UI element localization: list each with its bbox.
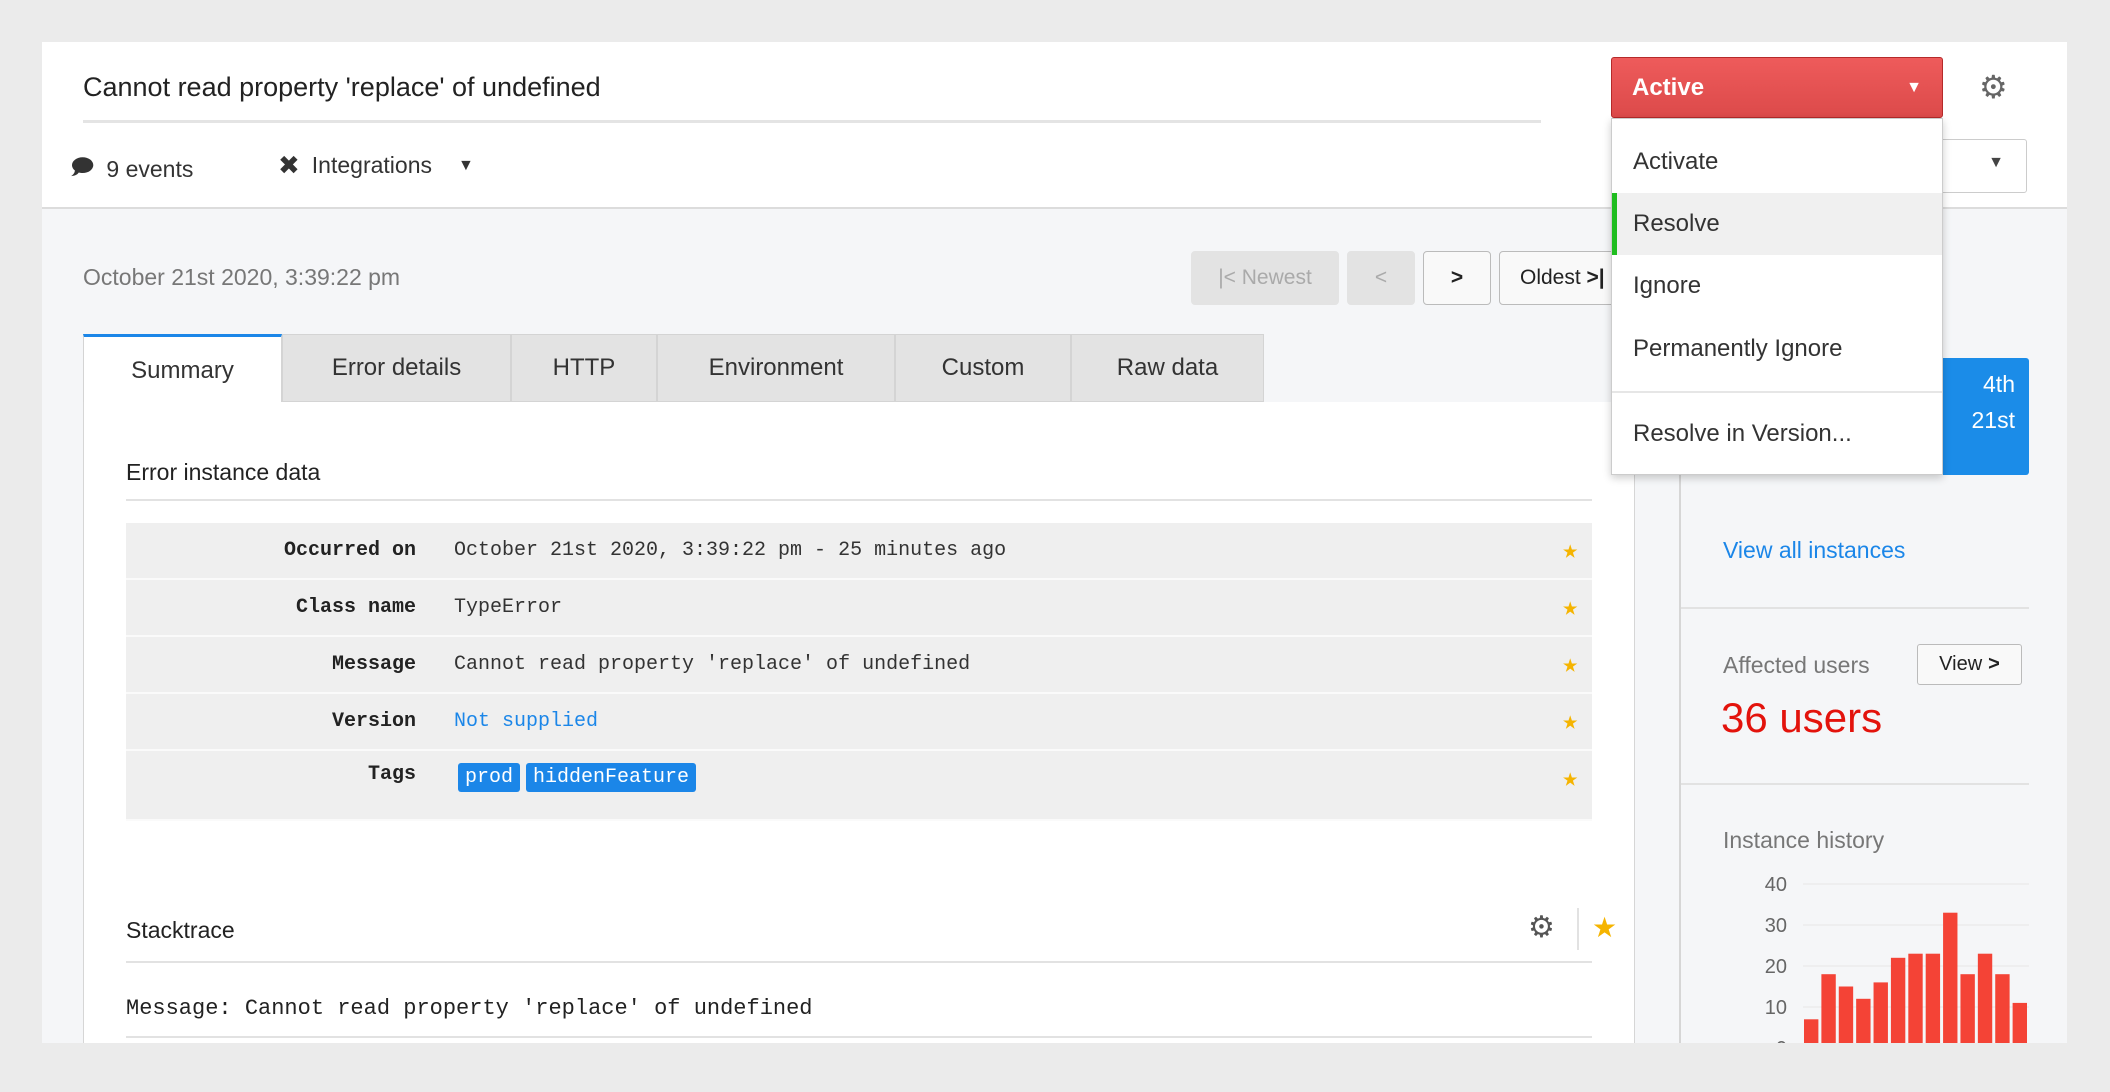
y-tick-label: 30 (1765, 915, 1787, 937)
chevron-right-icon: > (1988, 653, 2000, 675)
summary-panel: Error instance data Occurred on October 2… (83, 402, 1635, 1043)
menu-item-resolve-in-version[interactable]: Resolve in Version... (1612, 403, 1942, 465)
instance-history-label: Instance history (1723, 827, 1885, 853)
oldest-button[interactable]: Oldest >| (1499, 251, 1629, 305)
status-dropdown-button[interactable]: Active ▼ (1611, 57, 1943, 118)
tab-custom[interactable]: Custom (895, 334, 1071, 402)
history-bar[interactable] (1943, 912, 1958, 1043)
chevron-left-icon: < (1374, 266, 1388, 289)
history-bar[interactable] (1821, 974, 1836, 1043)
affected-users-count: 36 users (1721, 694, 1883, 741)
tab-summary[interactable]: Summary (83, 334, 282, 404)
comment-icon: 🗩 (70, 154, 95, 179)
table-row: Occurred on October 21st 2020, 3:39:22 pm… (126, 523, 1592, 580)
tab-raw-data[interactable]: Raw data (1071, 334, 1264, 402)
history-bar[interactable] (1838, 986, 1854, 1044)
history-bar[interactable] (1925, 953, 1941, 1043)
divider (1577, 908, 1579, 950)
history-bar[interactable] (1908, 953, 1923, 1043)
menu-item-resolve[interactable]: Resolve (1612, 193, 1942, 255)
y-tick-label: 0 (1776, 1038, 1787, 1043)
settings-gear-icon[interactable]: ⚙ (1979, 68, 2008, 106)
star-icon[interactable]: ★ (1562, 535, 1578, 566)
tag[interactable]: hiddenFeature (526, 763, 697, 792)
status-menu: Activate Resolve Ignore Permanently Igno… (1611, 118, 1943, 475)
y-tick-label: 10 (1765, 997, 1787, 1019)
caret-down-icon: ▼ (458, 156, 474, 174)
chevron-right-icon: > (1450, 266, 1464, 289)
tab-environment[interactable]: Environment (657, 334, 895, 402)
table-row: Version Not supplied ★ (126, 694, 1592, 751)
divider (126, 961, 1592, 963)
history-bar[interactable] (1856, 998, 1871, 1043)
first-icon: |< (1218, 266, 1242, 289)
history-bar[interactable] (1804, 1019, 1819, 1043)
history-bar[interactable] (2012, 1002, 2027, 1043)
divider (1681, 607, 2029, 609)
newest-button[interactable]: |< Newest (1191, 251, 1339, 305)
history-bar[interactable] (1977, 953, 1993, 1043)
tab-error-details[interactable]: Error details (282, 334, 511, 402)
stacktrace-message: Message: Cannot read property 'replace' … (126, 996, 813, 1021)
table-row: Tags prod hiddenFeature ★ (126, 751, 1592, 821)
error-data-table: Occurred on October 21st 2020, 3:39:22 pm… (126, 523, 1592, 821)
events-link[interactable]: 🗩 9 events (70, 150, 193, 188)
view-all-instances-link[interactable]: View all instances (1723, 537, 1905, 564)
divider (83, 120, 1541, 123)
section-heading: Error instance data (126, 459, 321, 485)
star-icon[interactable]: ★ (1562, 706, 1578, 737)
menu-divider (1612, 391, 1942, 393)
page-title: Cannot read property 'replace' of undefi… (83, 72, 601, 102)
menu-item-permanently-ignore[interactable]: Permanently Ignore (1612, 318, 1942, 380)
y-tick-label: 20 (1765, 956, 1787, 978)
menu-item-activate[interactable]: Activate (1612, 131, 1942, 193)
integrations-dropdown[interactable]: ✖ Integrations ▼ (278, 150, 474, 181)
history-bar[interactable] (1960, 974, 1975, 1043)
next-button[interactable]: > (1423, 251, 1491, 305)
y-tick-label: 40 (1765, 874, 1787, 896)
menu-item-ignore[interactable]: Ignore (1612, 255, 1942, 317)
table-row: Message Cannot read property 'replace' of… (126, 637, 1592, 694)
star-icon[interactable]: ★ (1562, 592, 1578, 623)
affected-users-label: Affected users (1723, 652, 1870, 678)
gear-icon[interactable]: ⚙ (1528, 910, 1555, 945)
history-bar[interactable] (1890, 957, 1906, 1043)
view-users-button[interactable]: View > (1917, 644, 2022, 685)
divider (126, 1036, 1592, 1038)
divider (1681, 783, 2029, 785)
instance-date: October 21st 2020, 3:39:22 pm (83, 264, 401, 290)
history-bar[interactable] (1873, 982, 1888, 1043)
history-bar[interactable] (1995, 974, 2010, 1043)
caret-down-icon: ▼ (1906, 78, 1922, 96)
sidebar: 4th 21st View all instances Affected user… (1679, 358, 2029, 1044)
tab-http[interactable]: HTTP (511, 334, 657, 402)
star-icon[interactable]: ★ (1562, 763, 1578, 794)
caret-down-icon: ▼ (1988, 154, 2004, 171)
last-icon: >| (1580, 266, 1605, 289)
star-icon[interactable]: ★ (1592, 911, 1617, 944)
star-icon[interactable]: ★ (1562, 649, 1578, 680)
stacktrace-heading: Stacktrace (126, 917, 235, 943)
table-row: Class name TypeError ★ (126, 580, 1592, 637)
error-page: Cannot read property 'replace' of undefi… (42, 42, 2067, 1043)
previous-button[interactable]: < (1347, 251, 1415, 305)
version-link[interactable]: Not supplied (454, 710, 598, 733)
plug-icon: ✖ (278, 150, 300, 180)
instance-history-chart: 0 10 20 30 40 (1765, 874, 2029, 1044)
divider (126, 499, 1592, 501)
tag[interactable]: prod (458, 763, 521, 792)
